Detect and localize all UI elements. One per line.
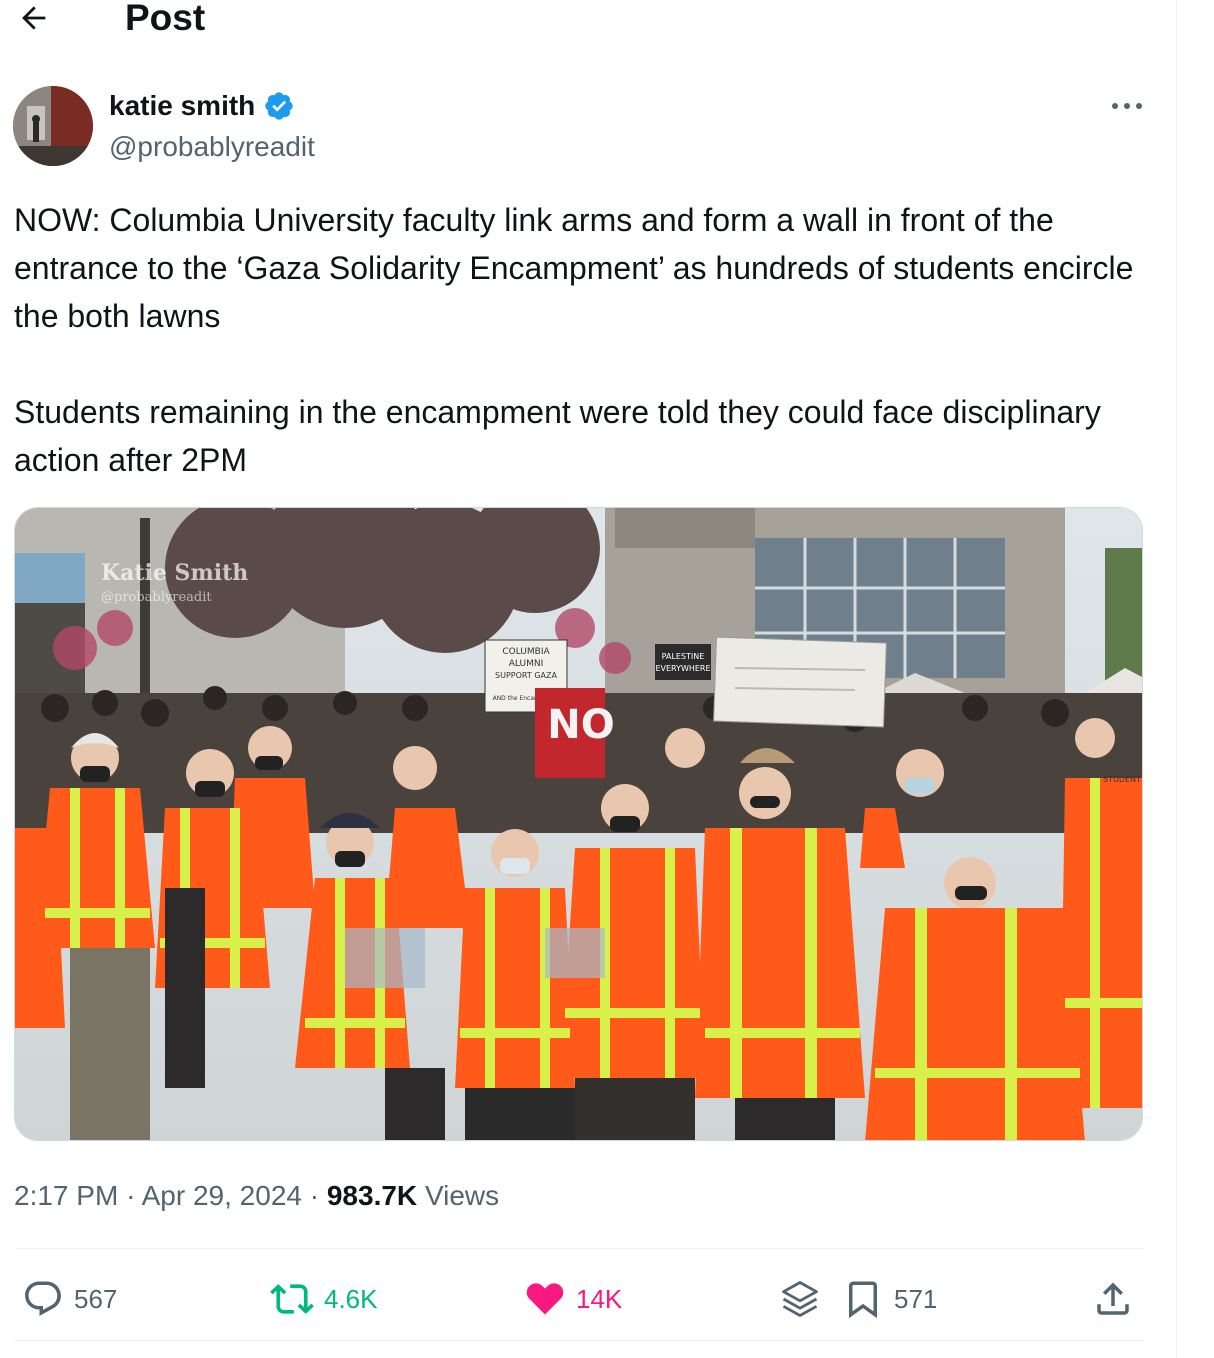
divider <box>14 1340 1144 1341</box>
verified-badge-icon[interactable] <box>263 90 295 122</box>
page-title: Post <box>125 0 206 38</box>
repost-count: 4.6K <box>324 1284 378 1314</box>
like-icon <box>526 1283 564 1315</box>
views-label: Views <box>424 1180 500 1211</box>
repost-icon <box>270 1284 314 1314</box>
back-button[interactable] <box>14 0 54 38</box>
more-button[interactable] <box>1104 86 1150 126</box>
sign-line: SUPPORT GAZA <box>495 671 557 680</box>
tweet-date[interactable]: Apr 29, 2024 <box>142 1180 302 1211</box>
tweet-meta: 2:17 PM · Apr 29, 2024 · 983.7K Views <box>14 1176 499 1216</box>
grok-button[interactable] <box>778 1276 822 1322</box>
media-watermark-handle: @probablyreadit <box>101 590 212 605</box>
share-icon <box>1097 1282 1129 1315</box>
divider <box>14 1248 1144 1249</box>
bookmark-button[interactable]: 571 <box>842 1276 937 1322</box>
share-button[interactable] <box>1092 1276 1134 1322</box>
sign-line: ALUMNI <box>509 659 543 669</box>
reply-icon <box>25 1281 61 1316</box>
like-button[interactable]: 14K <box>524 1276 622 1322</box>
reply-button[interactable]: 567 <box>22 1276 117 1322</box>
meta-separator: · <box>126 1180 136 1211</box>
media-watermark-name: Katie Smith <box>101 560 248 586</box>
tweet-text: NOW: Columbia University faculty link ar… <box>14 202 1134 478</box>
svg-text:PALESTINE: PALESTINE <box>662 652 705 661</box>
page-header: Post <box>0 0 1176 44</box>
bookmark-icon <box>849 1281 877 1319</box>
sign-line: COLUMBIA <box>502 647 550 657</box>
column-border <box>1176 0 1177 1358</box>
author-name-row: katie smith <box>109 86 295 126</box>
meta-separator: · <box>309 1180 320 1211</box>
protest-photo: COLUMBIA ALUMNI SUPPORT GAZA AND the Enc… <box>15 508 1142 1140</box>
sign-palestine: PALESTINE EVERYWHERE <box>655 644 711 680</box>
grok-icon <box>782 1281 818 1317</box>
sign-no: NO <box>547 702 614 748</box>
back-arrow-icon <box>22 6 46 30</box>
avatar[interactable] <box>13 86 93 166</box>
author-handle[interactable]: @probablyreadit <box>109 127 315 167</box>
reply-count: 567 <box>74 1284 118 1314</box>
tweet-time[interactable]: 2:17 PM <box>14 1180 118 1211</box>
bookmark-count: 571 <box>894 1284 938 1314</box>
tweet-media-image[interactable]: COLUMBIA ALUMNI SUPPORT GAZA AND the Enc… <box>14 507 1143 1141</box>
avatar-image <box>13 86 93 166</box>
views-count: 983.7K <box>326 1180 418 1211</box>
like-count: 14K <box>576 1284 623 1314</box>
svg-text:EVERYWHERE: EVERYWHERE <box>655 664 710 673</box>
more-icon <box>1112 103 1142 109</box>
repost-button[interactable]: 4.6K <box>270 1276 378 1322</box>
sign-student: STUDENT <box>1103 775 1141 784</box>
author-display-name[interactable]: katie smith <box>109 90 255 122</box>
